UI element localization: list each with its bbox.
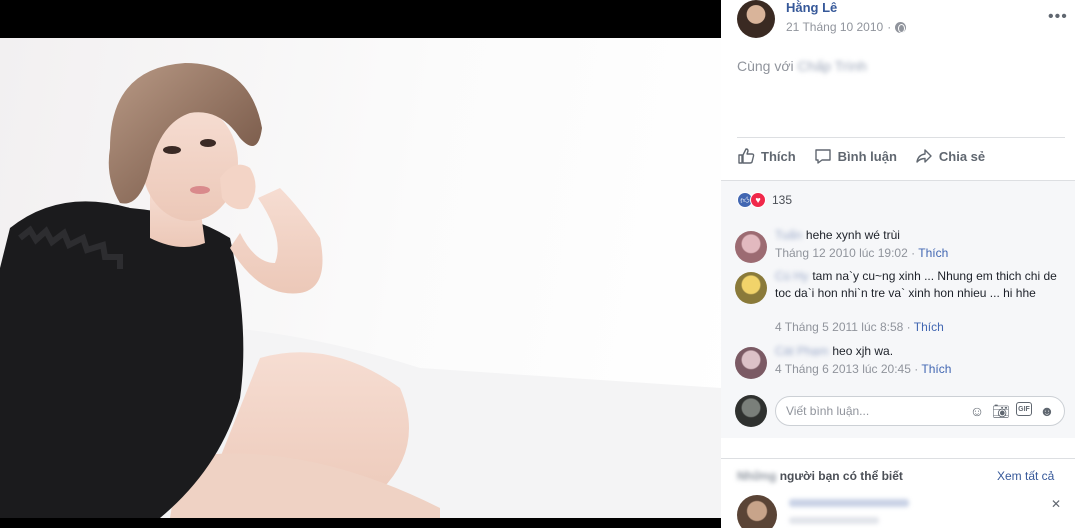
composer-tools: ☺ 📷︎ GIF ☻ [968,402,1056,420]
tagged-person[interactable]: Chấp Trình [798,58,867,74]
globe-icon[interactable] [895,21,907,33]
gif-icon[interactable]: GIF [1016,402,1032,416]
comment-item: Cú Hy tam na`y cu~ng xinh ... Nhung em th… [735,268,1065,340]
tagged-with: Cùng với Chấp Trình [737,58,867,74]
post-header: Hằng Lê 21 Tháng 10 2010 · ••• Cùng với … [721,0,1075,180]
comment-time[interactable]: Tháng 12 2010 lúc 19:02 · [775,246,915,260]
comment-body: Cú Hy tam na`y cu~ng xinh ... Nhung em th… [775,268,1065,302]
author-name[interactable]: Hằng Lê [786,0,837,15]
commenter-avatar[interactable] [735,231,767,263]
comment-composer: ☺ 📷︎ GIF ☻ [735,394,1065,428]
post-date[interactable]: 21 Tháng 10 2010 [786,20,883,34]
camera-icon[interactable]: 📷︎ [992,402,1010,420]
comment-time[interactable]: 4 Tháng 5 2011 lúc 8:58 · [775,320,911,334]
comment-like-link[interactable]: Thích [921,362,951,376]
commenter-avatar[interactable] [735,347,767,379]
share-button[interactable]: Chia sẻ [915,147,985,165]
see-all-link[interactable]: Xem tất cả [997,469,1054,483]
post-sidebar: Hằng Lê 21 Tháng 10 2010 · ••• Cùng với … [721,0,1075,528]
comment-meta: Tháng 12 2010 lúc 19:02 · Thích [775,246,948,260]
close-icon[interactable]: ✕ [1051,497,1061,511]
suggested-person-detail [789,517,879,524]
like-button[interactable]: Thích [737,147,796,165]
pymk-title-text: người bạn có thể biết [779,469,903,483]
comment-text: hehe xynh wé trùi [805,228,900,242]
people-you-may-know: Những người bạn có thể biết Xem tất cả ✕ [721,458,1075,528]
like-label: Thích [761,148,796,164]
love-reaction-icon: ♥ [750,192,766,208]
commenter-name[interactable]: Cát Phạm [775,344,828,358]
thumbs-up-icon [738,148,755,164]
suggested-person-name[interactable] [789,499,909,507]
pymk-title-hidden: Những [737,469,777,483]
comments-section: 👍︎ ♥ 135 Tuấn hehe xynh wé trùi Tháng 12 … [721,180,1075,438]
comment-meta: 4 Tháng 6 2013 lúc 20:45 · Thích [775,362,951,376]
current-user-avatar [735,395,767,427]
comment-text: heo xjh wa. [832,344,894,358]
share-arrow-icon [916,149,932,163]
post-meta: 21 Tháng 10 2010 · [786,20,907,34]
tagged-with-prefix: Cùng với [737,58,794,74]
comment-button[interactable]: Bình luận [814,147,897,165]
comment-body: Cát Phạm heo xjh wa. [775,343,1065,360]
post-actions: Thích Bình luận Chia sẻ [737,147,1065,165]
meta-separator: · [887,20,892,34]
comment-input-box[interactable]: ☺ 📷︎ GIF ☻ [775,396,1065,426]
comment-body: Tuấn hehe xynh wé trùi [775,227,1065,244]
comment-time[interactable]: 4 Tháng 6 2013 lúc 20:45 · [775,362,918,376]
commenter-name[interactable]: Cú Hy [775,269,808,283]
divider [737,137,1065,138]
comment-like-link[interactable]: Thích [914,320,944,334]
comment-like-link[interactable]: Thích [918,246,948,260]
comment-input[interactable] [786,404,968,418]
post-photo[interactable] [0,38,721,518]
emoji-icon[interactable]: ☺ [968,402,986,420]
reaction-count: 135 [772,193,793,207]
more-options-icon[interactable]: ••• [1048,8,1068,26]
pymk-title: Những người bạn có thể biết [737,469,903,483]
sticker-icon[interactable]: ☻ [1038,402,1056,420]
suggested-person-avatar[interactable] [737,495,777,528]
comment-bubble-icon [814,149,831,164]
author-avatar[interactable] [737,0,775,38]
comment-label: Bình luận [837,148,897,164]
comment-meta: 4 Tháng 5 2011 lúc 8:58 · Thích [775,320,944,334]
photo-viewer [0,0,721,528]
comment-text: tam na`y cu~ng xinh ... Nhung em thich c… [775,269,1057,300]
commenter-avatar[interactable] [735,272,767,304]
commenter-name[interactable]: Tuấn [775,228,802,242]
reactions-summary[interactable]: 👍︎ ♥ 135 [737,192,792,208]
share-label: Chia sẻ [938,148,986,164]
comment-item: Cát Phạm heo xjh wa. 4 Tháng 6 2013 lúc 2… [735,343,1065,383]
comment-item: Tuấn hehe xynh wé trùi Tháng 12 2010 lúc … [735,227,1065,267]
photo-illustration [0,63,721,518]
